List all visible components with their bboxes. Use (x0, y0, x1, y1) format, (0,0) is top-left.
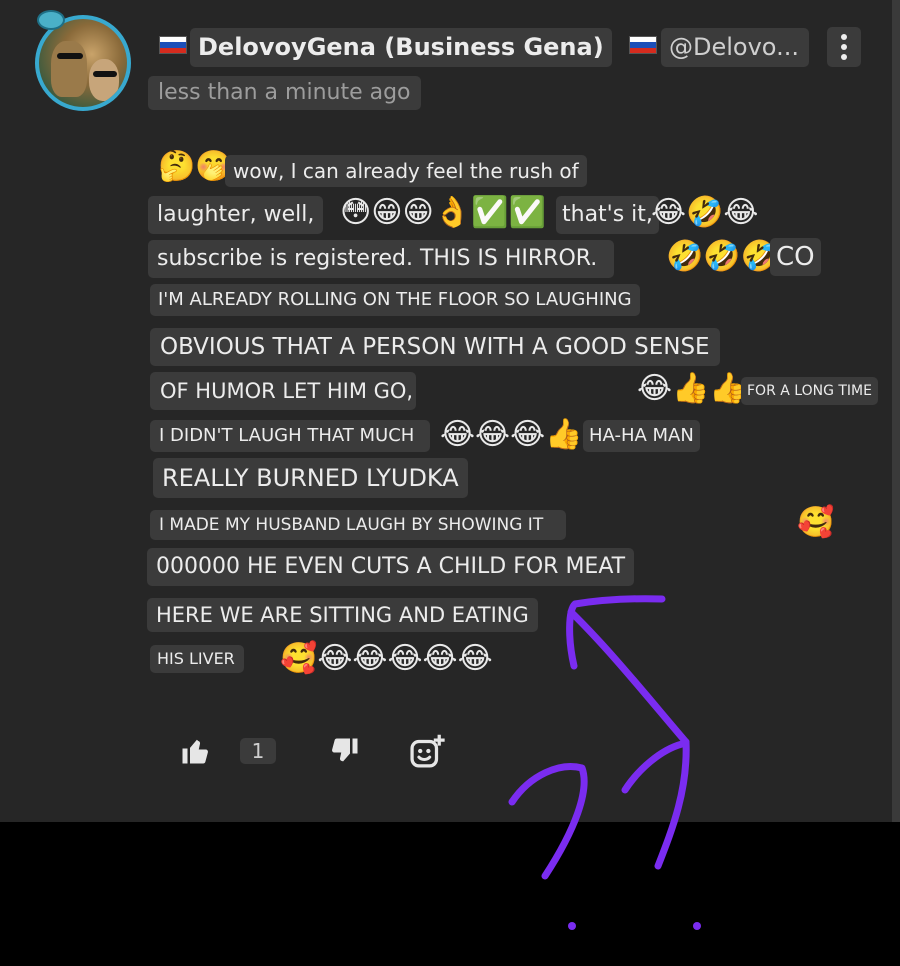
comment-line: OF HUMOR LET HIM GO, (150, 372, 416, 410)
more-vert-icon[interactable] (827, 27, 861, 67)
comment-line: I'M ALREADY ROLLING ON THE FLOOR SO LAUG… (150, 284, 640, 316)
comment-line: I MADE MY HUSBAND LAUGH BY SHOWING IT (150, 510, 566, 540)
thumbs-up-icon[interactable] (180, 736, 210, 766)
avatar-figure-left (51, 41, 87, 97)
emoji-group: 🤣🤣🤣 (666, 239, 779, 274)
author-handle[interactable]: @Delovo... (661, 28, 809, 67)
author-name[interactable]: DelovoyGena (Business Gena) (190, 28, 612, 67)
emoji-group: 🥰😂😂😂😂😂 (280, 641, 493, 676)
comment-line: FOR A LONG TIME (741, 377, 878, 405)
comment-line: HERE WE ARE SITTING AND EATING (147, 598, 538, 632)
emoji-group: 😂🤣😂 (651, 195, 759, 230)
emoji-group: 😂👍👍 (637, 371, 747, 406)
avatar-sunglasses (57, 53, 83, 59)
comment-line: OBVIOUS THAT A PERSON WITH A GOOD SENSE (150, 328, 720, 366)
emoji-group: 🤔🤭 (158, 149, 233, 184)
comment-line: I DIDN'T LAUGH THAT MUCH (150, 420, 430, 452)
comment-timestamp: less than a minute ago (148, 76, 421, 110)
russia-flag-icon (159, 36, 187, 54)
comment-line: 000000 HE EVEN CUTS A CHILD FOR MEAT (147, 548, 635, 586)
avatar-badge-icon (37, 10, 65, 30)
comment-line: HA-HA MAN (583, 420, 700, 452)
avatar-sunglasses (93, 71, 117, 77)
like-count: 1 (240, 738, 276, 764)
russia-flag-icon (629, 36, 657, 54)
emoji-group: 😂😂😂👍 (440, 417, 583, 452)
avatar-figure-right (89, 59, 119, 101)
emoji-group: 😳😁😁👌✅✅ (340, 195, 546, 230)
comment-line: subscribe is registered. THIS IS HIRROR. (148, 240, 614, 278)
comment-line: laughter, well, (148, 196, 324, 234)
emoji-group: 🥰 (797, 505, 835, 540)
comment-line: HIS LIVER (150, 645, 244, 673)
scrollbar[interactable] (892, 0, 900, 822)
thumbs-down-icon[interactable] (330, 736, 360, 766)
comment-panel (0, 0, 892, 822)
comment-line: wow, I can already feel the rush of (225, 155, 587, 187)
comment-line: CO (770, 238, 821, 276)
comment-line: REALLY BURNED LYUDKA (153, 458, 468, 498)
add-reaction-icon[interactable] (408, 732, 446, 770)
comment-line: that's it, (556, 196, 659, 234)
